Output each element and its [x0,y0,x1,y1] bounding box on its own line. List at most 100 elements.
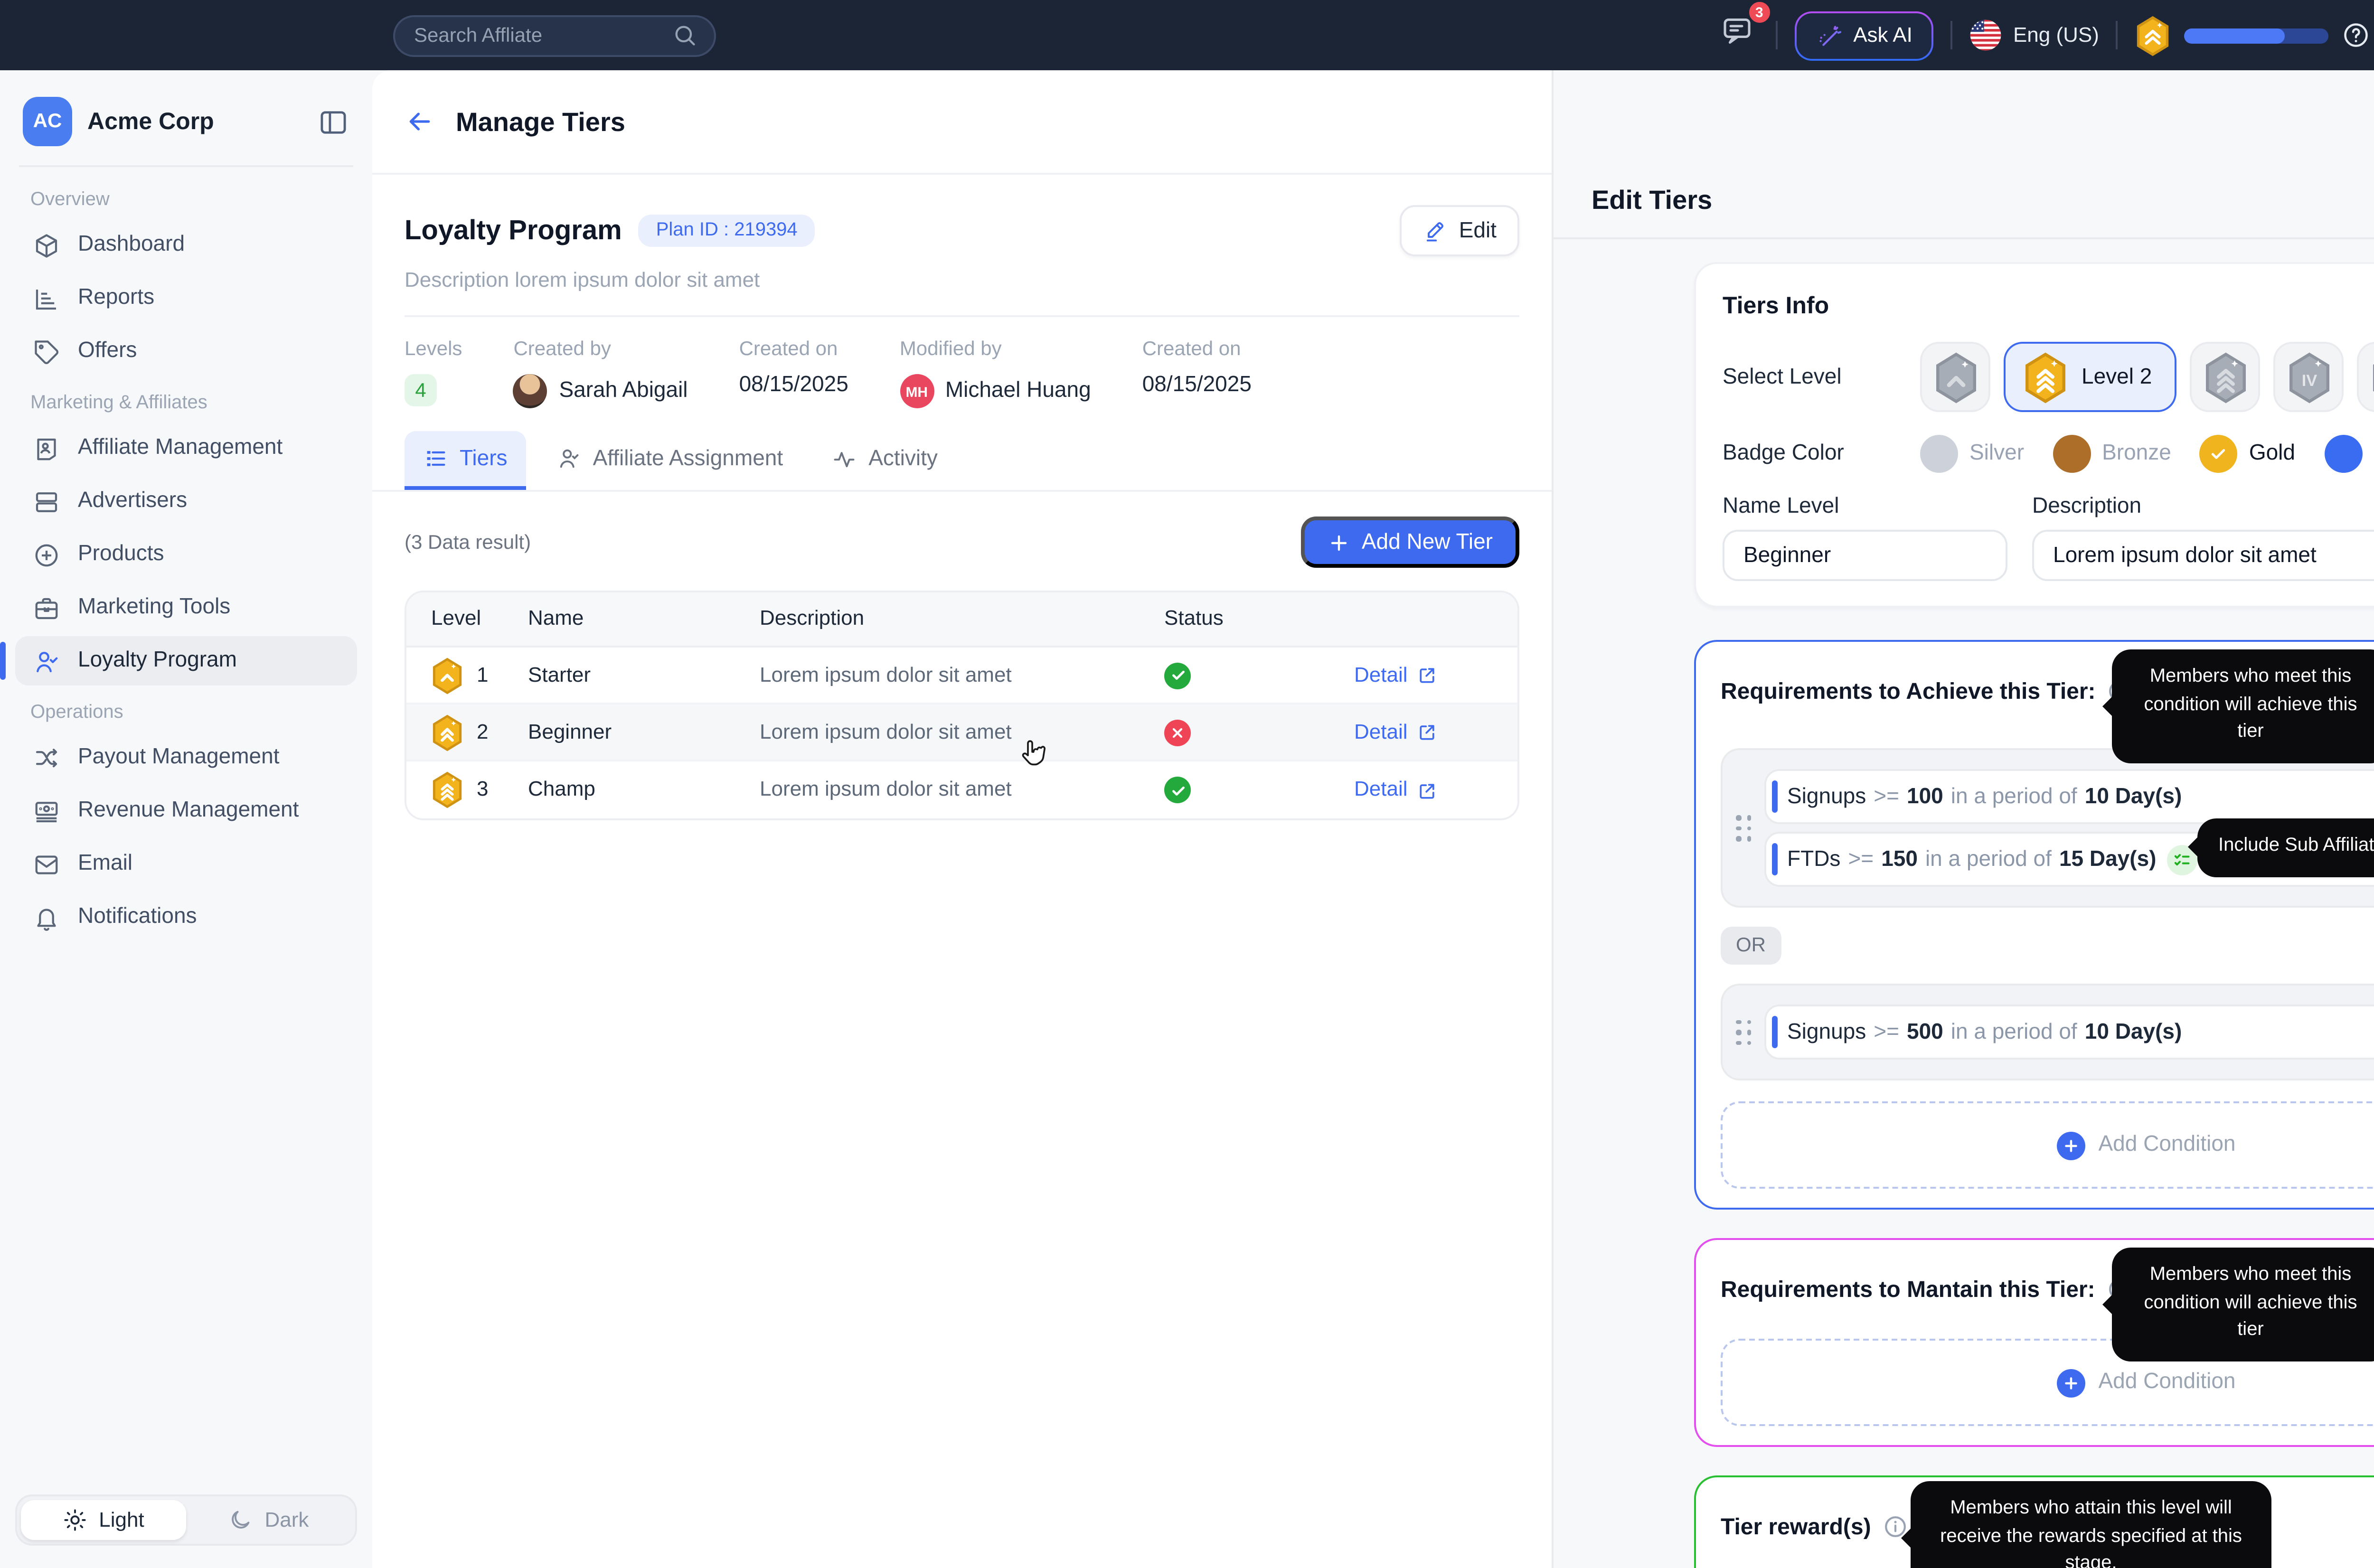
condition[interactable]: Signups >= 500 in a period of 10 Day(s) [1764,1005,2374,1060]
item-label: Dashboard [78,234,185,256]
sidebar-item-loyalty-program[interactable]: Loyalty Program [15,636,357,685]
name-level-input[interactable] [1723,530,2007,581]
detail-link[interactable]: Detail [1354,721,1438,743]
tier-badge-icon [431,771,463,809]
activity-icon [832,446,857,471]
progress-fill [2185,28,2286,43]
magic-wand-icon [1815,22,1842,48]
badge-color-silver[interactable]: Silver [1920,435,2024,473]
language-label: Eng (US) [2013,24,2099,47]
condition[interactable]: Signups >= 100 in a period of 10 Day(s) [1764,769,2374,824]
plus-circle-icon [2057,1368,2085,1397]
item-label: Notifications [78,906,197,929]
sidebar-item-advertisers[interactable]: Advertisers [15,477,357,526]
help-icon[interactable] [2342,21,2371,49]
badge-color-bronze[interactable]: Bronze [2053,435,2171,473]
col-status: Status [1164,608,1354,630]
loyalty-progress [2135,14,2371,56]
level-1-button[interactable] [1920,342,1990,412]
list-header: (3 Data result) Add New Tier [372,492,1552,587]
meta-modified-by: Modified by MHMichael Huang [900,338,1091,408]
diamond-swatch [2324,435,2362,473]
created-by-value: Sarah Abigail [559,380,688,403]
content-sheet: Manage Tiers Loyalty Program Plan ID : 2… [372,70,2374,1568]
theme-dark-label: Dark [265,1509,309,1531]
detail-link[interactable]: Detail [1354,664,1438,686]
ask-ai-button[interactable]: Ask AI [1794,10,1933,60]
list-icon [424,446,448,471]
badge-color-diamond[interactable]: Diamond [2324,435,2374,473]
sidebar-item-email[interactable]: Email [15,839,357,889]
condition-metric: Signups [1787,1021,1866,1043]
drag-handle-icon[interactable] [1736,815,1752,841]
sidebar-item-offers[interactable]: Offers [15,327,357,376]
sidebar-item-notifications[interactable]: Notifications [15,892,357,942]
sub-affiliates-tooltip: Include Sub Affiliates Performances [2197,818,2374,876]
external-link-icon [1417,665,1438,685]
level-5-button[interactable]: V [2357,342,2374,412]
chat-button[interactable]: 3 [1716,9,1758,61]
detail-link[interactable]: Detail [1354,779,1438,801]
sidebar-item-products[interactable]: Products [15,530,357,579]
tier-name: Champ [528,779,760,801]
item-label: Marketing Tools [78,596,230,619]
color-label: Silver [1969,442,2024,465]
creator-avatar [513,374,547,408]
description-input[interactable] [2032,530,2374,581]
theme-dark-button[interactable]: Dark [186,1500,351,1540]
sidebar-item-revenue-management[interactable]: Revenue Management [15,786,357,836]
level-2-button-selected[interactable]: Level 2 [2004,342,2176,412]
chat-badge: 3 [1747,0,1771,25]
divider [1775,21,1777,49]
meta-modified-on: Created on 08/15/2025 [1142,338,1252,408]
detail-label: Detail [1354,779,1408,801]
tab-affiliate-assignment[interactable]: Affiliate Assignment [538,431,802,490]
sidebar-item-marketing-tools[interactable]: Marketing Tools [15,583,357,632]
level-3-button[interactable] [2190,342,2260,412]
sidebar-item-dashboard[interactable]: Dashboard [15,220,357,270]
add-tier-label: Add New Tier [1362,531,1493,554]
table-row[interactable]: 1 Starter Lorem ipsum dolor sit amet Det… [406,648,1517,704]
gold-swatch [2200,435,2238,473]
theme-light-button[interactable]: Light [21,1500,186,1540]
item-label: Payout Management [78,746,280,769]
sidebar-collapse-icon[interactable] [317,105,349,138]
back-arrow-icon[interactable] [405,106,435,137]
table-row[interactable]: 2 Beginner Lorem ipsum dolor sit amet De… [406,704,1517,761]
maintain-tooltip: Members who meet this condition will ach… [2112,1248,2374,1361]
condition-row: FTDs >= 150 in a period of 15 Day(s) Inc… [1764,832,2374,887]
add-condition-button[interactable]: Add Condition [1721,1101,2374,1189]
drag-handle-icon[interactable] [1736,1019,1752,1045]
divider [19,165,353,167]
item-label: Affiliate Management [78,437,283,460]
divider [2116,21,2118,49]
edit-label: Edit [1459,219,1497,242]
tab-label: Activity [868,447,938,470]
org-avatar: AC [23,97,72,146]
meta-levels: Levels 4 [405,338,462,408]
program-title: Loyalty Program [405,216,622,246]
search-box[interactable] [393,14,716,56]
level-4-button[interactable]: IV [2273,342,2344,412]
tab-activity[interactable]: Activity [813,431,957,490]
condition-operator: >= [1874,785,1899,808]
select-level-row: Select Level Level 2 [1723,342,2374,412]
sidebar-item-affiliate-management[interactable]: Affiliate Management [15,423,357,473]
add-new-tier-button[interactable]: Add New Tier [1301,516,1519,568]
sidebar-item-payout-management[interactable]: Payout Management [15,733,357,782]
sidebar-item-reports[interactable]: Reports [15,273,357,323]
user-icon [557,446,582,471]
svg-text:IV: IV [2301,371,2317,389]
search-input[interactable] [414,24,661,47]
topbar: 3 Ask AI Eng (US) [0,0,2374,70]
levels-label: Levels [405,338,462,361]
id-card-icon [32,434,61,462]
tab-tiers[interactable]: Tiers [405,431,527,490]
table-row[interactable]: 3 Champ Lorem ipsum dolor sit amet Detai… [406,761,1517,818]
language-selector[interactable]: Eng (US) [1969,19,2099,51]
user-check-icon [32,647,61,675]
badge-color-gold-selected[interactable]: Gold [2200,435,2295,473]
badge-color-row: Badge Color Silver Bronze [1723,435,2374,473]
edit-program-button[interactable]: Edit [1400,205,1519,256]
tier-name: Beginner [528,721,760,743]
